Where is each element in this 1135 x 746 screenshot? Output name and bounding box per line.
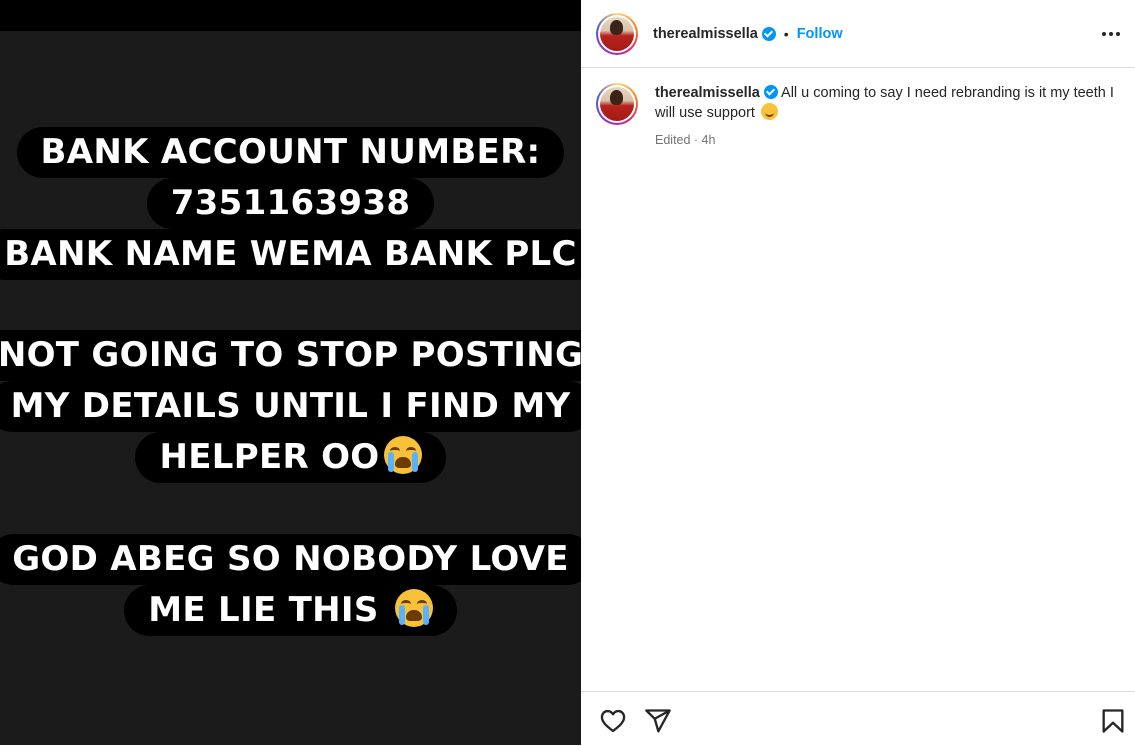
caption-meta: Edited · 4h <box>655 133 716 147</box>
caption-avatar[interactable] <box>596 83 638 125</box>
profile-photo <box>600 16 634 51</box>
more-options-icon[interactable] <box>1099 22 1123 46</box>
story-line: BANK ACCOUNT NUMBER: <box>0 127 581 178</box>
story-text: NOT GOING TO STOP POSTING <box>0 330 581 381</box>
story-text: MY DETAILS UNTIL I FIND MY <box>0 381 581 432</box>
post-header: therealmissella • Follow <box>581 0 1135 68</box>
media-top-bar <box>0 0 581 31</box>
story-text: ME LIE THIS <box>148 590 391 630</box>
caption-text-line: therealmissella All u coming to say I ne… <box>655 83 1115 123</box>
story-text-block-bank: BANK ACCOUNT NUMBER: 7351163938 BANK NAM… <box>0 127 581 280</box>
bookmark-icon[interactable] <box>1099 707 1127 735</box>
profile-photo <box>600 87 634 121</box>
post-actions-bar <box>581 691 1135 746</box>
caption-username[interactable]: therealmissella <box>655 85 760 101</box>
smiling-face-icon <box>760 103 778 120</box>
verified-badge-icon <box>763 85 778 99</box>
avatar[interactable] <box>596 12 638 55</box>
story-line: 7351163938 <box>0 178 581 229</box>
post-media[interactable]: BANK ACCOUNT NUMBER: 7351163938 BANK NAM… <box>0 0 581 745</box>
paper-plane-icon[interactable] <box>644 707 672 735</box>
story-text: 7351163938 <box>146 178 435 229</box>
header-username[interactable]: therealmissella <box>653 26 758 42</box>
heart-icon[interactable] <box>599 707 627 735</box>
story-line: NOT GOING TO STOP POSTING <box>0 330 581 381</box>
story-line: BANK NAME WEMA BANK PLC <box>0 229 581 280</box>
story-line: GOD ABEG SO NOBODY LOVE <box>0 534 581 585</box>
loudly-crying-face-icon <box>383 436 422 474</box>
story-line-with-emoji: HELPER OO <box>135 432 446 483</box>
story-line-with-emoji: ME LIE THIS <box>124 585 457 636</box>
story-text-block-love: GOD ABEG SO NOBODY LOVE ME LIE THIS <box>0 534 581 636</box>
separator-dot: • <box>783 25 789 42</box>
story-line: MY DETAILS UNTIL I FIND MY <box>0 381 581 432</box>
story-text-block-posting: NOT GOING TO STOP POSTING MY DETAILS UNT… <box>0 330 581 483</box>
story-text: BANK ACCOUNT NUMBER: <box>16 127 565 178</box>
post-caption: therealmissella All u coming to say I ne… <box>596 83 1121 150</box>
post-side-panel: therealmissella • Follow therealmissella… <box>581 0 1135 745</box>
story-line: ME LIE THIS <box>0 585 581 636</box>
story-text: GOD ABEG SO NOBODY LOVE <box>0 534 581 585</box>
caption-body: therealmissella All u coming to say I ne… <box>655 83 1115 150</box>
follow-button[interactable]: Follow <box>797 26 843 42</box>
story-text: BANK NAME WEMA BANK PLC <box>0 229 581 280</box>
story-line: HELPER OO <box>0 432 581 483</box>
story-text: HELPER OO <box>159 437 380 477</box>
loudly-crying-face-icon <box>394 589 433 627</box>
verified-badge-icon <box>761 26 776 41</box>
